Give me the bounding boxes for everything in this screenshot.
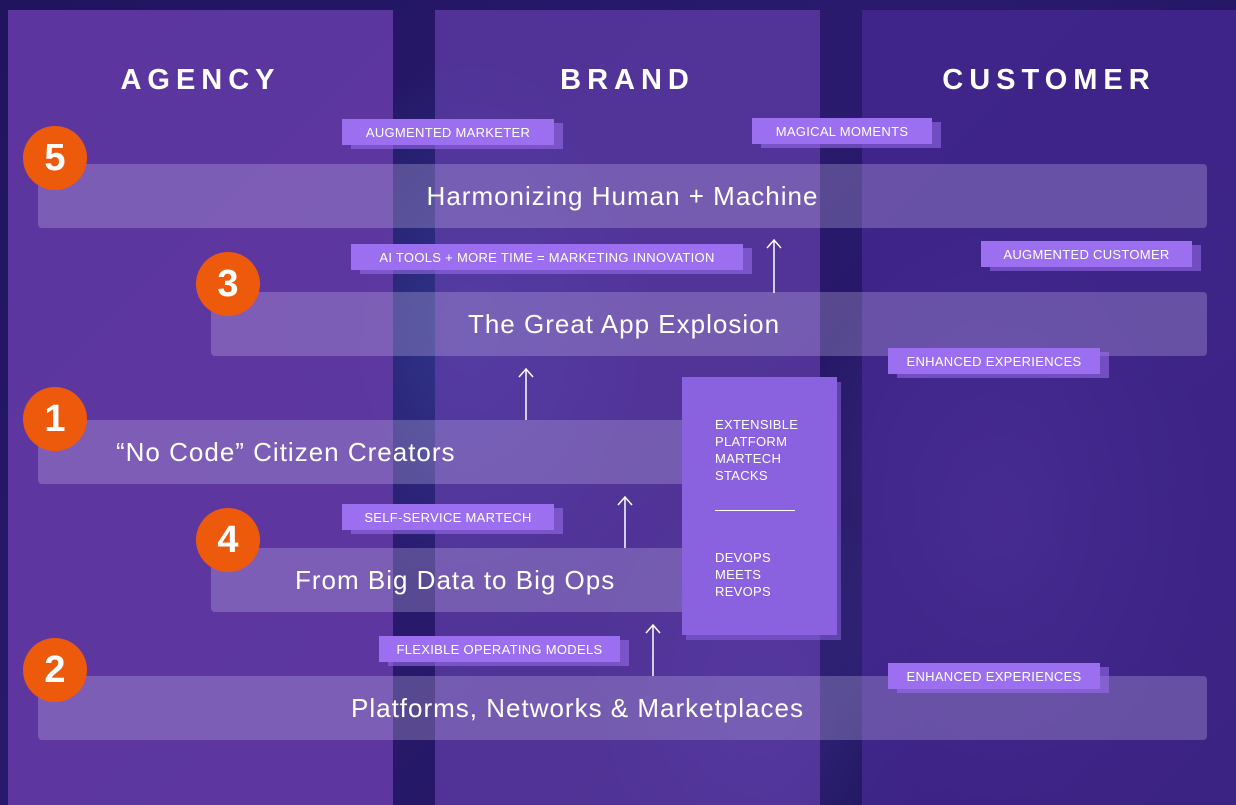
tag-enhanced-experiences-bottom: ENHANCED EXPERIENCES (888, 663, 1100, 689)
band-label: Platforms, Networks & Marketplaces (350, 692, 804, 723)
band-label: From Big Data to Big Ops (295, 564, 616, 595)
band-harmonizing: Harmonizing Human + Machine (38, 164, 1207, 228)
band-big-ops: From Big Data to Big Ops (211, 548, 734, 612)
badge-3: 3 (196, 252, 260, 316)
arrow-up-icon (617, 495, 633, 548)
badge-5: 5 (23, 126, 87, 190)
customer-column-title: CUSTOMER (942, 64, 1156, 96)
arrow-up-icon (645, 623, 661, 676)
tag-magical-moments: MAGICAL MOMENTS (752, 118, 932, 144)
martech-side-box: EXTENSIBLE PLATFORM MARTECH STACKS DEVOP… (682, 377, 837, 635)
badge-2: 2 (23, 638, 87, 702)
arrow-up-icon (518, 367, 534, 420)
tag-augmented-marketer: AUGMENTED MARKETER (342, 119, 554, 145)
badge-1: 1 (23, 387, 87, 451)
tag-self-service-martech: SELF-SERVICE MARTECH (342, 504, 554, 530)
tag-enhanced-experiences-top: ENHANCED EXPERIENCES (888, 348, 1100, 374)
side-box-divider (715, 510, 795, 511)
brand-column-title: BRAND (560, 64, 695, 96)
arrow-up-icon (766, 238, 782, 293)
tag-ai-tools: AI TOOLS + MORE TIME = MARKETING INNOVAT… (351, 244, 743, 270)
band-label: The Great App Explosion (467, 308, 781, 339)
devops-revops-text: DEVOPS MEETS REVOPS (715, 550, 771, 599)
band-label: “No Code” Citizen Creators (116, 436, 456, 467)
badge-4: 4 (196, 508, 260, 572)
band-no-code: “No Code” Citizen Creators (38, 420, 718, 484)
tag-augmented-customer: AUGMENTED CUSTOMER (981, 241, 1192, 267)
tag-flexible-operating-models: FLEXIBLE OPERATING MODELS (379, 636, 620, 662)
band-label: Harmonizing Human + Machine (426, 180, 819, 211)
band-app-explosion: The Great App Explosion (211, 292, 1207, 356)
agency-column-title: AGENCY (120, 64, 281, 96)
extensible-platform-text: EXTENSIBLE PLATFORM MARTECH STACKS (715, 417, 799, 483)
